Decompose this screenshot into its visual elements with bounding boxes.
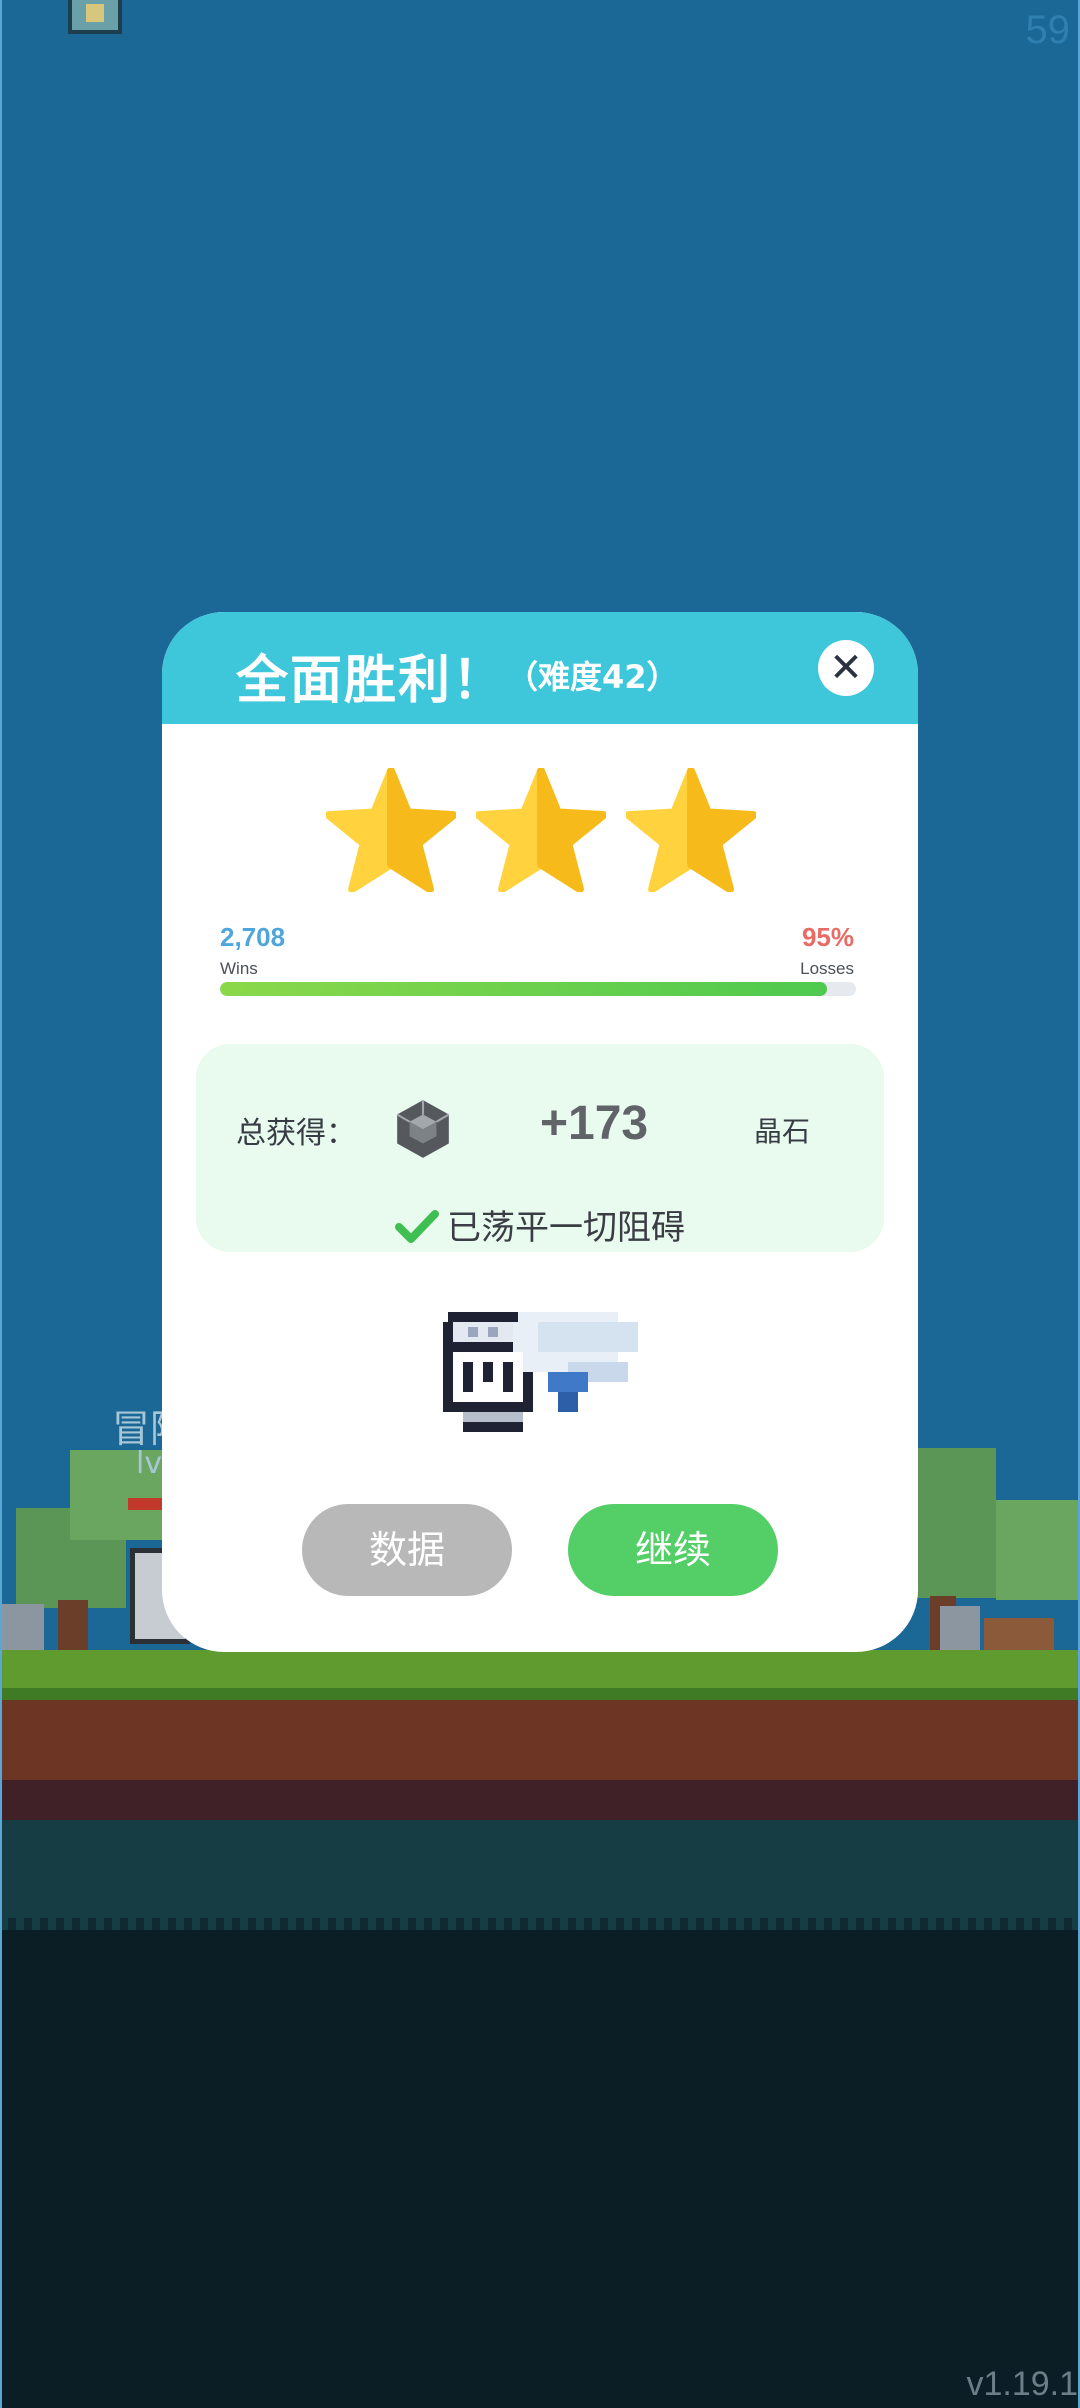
stone-left — [0, 1604, 44, 1652]
close-icon[interactable]: ✕ — [818, 640, 874, 696]
dirt-layer — [0, 1700, 1080, 1780]
victory-dialog: 全面胜利！ （难度42） ✕ 2,708 Wins 95% Losses 总获得… — [162, 612, 918, 1652]
dirt-deep-layer — [0, 1780, 1080, 1820]
fence — [984, 1618, 1054, 1650]
wins-stat: 2,708 Wins — [220, 922, 285, 979]
stats-button[interactable]: 数据 — [302, 1504, 512, 1596]
difficulty-label: （难度42） — [506, 658, 679, 696]
star-icon — [326, 768, 456, 892]
star-icon — [476, 768, 606, 892]
stone-right — [940, 1606, 980, 1652]
underground-dark — [0, 1930, 1080, 2408]
crystal-gem-icon — [396, 1100, 450, 1158]
npc-level: lv — [136, 1446, 163, 1481]
losses-label: Losses — [800, 959, 854, 978]
tree-trunk — [58, 1600, 88, 1652]
clear-message: 已荡平一切阻碍 — [196, 1200, 884, 1249]
star-rating — [162, 768, 918, 898]
clear-message-text: 已荡平一切阻碍 — [447, 1208, 685, 1248]
underground-layer — [0, 1820, 1080, 1930]
continue-button[interactable]: 继续 — [568, 1504, 778, 1596]
win-rate-bar — [220, 982, 856, 996]
reward-label: 总获得： — [236, 1116, 356, 1151]
winged-gauntlet-icon — [443, 1312, 638, 1432]
win-rate-bar-fill — [220, 982, 828, 996]
wins-value: 2,708 — [220, 922, 286, 952]
reward-unit: 晶石 — [754, 1115, 811, 1148]
star-icon — [626, 768, 756, 892]
losses-stat: 95% Losses — [800, 922, 854, 979]
version-label: v1.19.1 — [966, 2365, 1078, 2403]
player-avatar[interactable] — [68, 0, 122, 34]
fps-counter: 59 — [1025, 8, 1071, 52]
losses-value: 95% — [801, 922, 854, 952]
reward-amount: +173 — [540, 1097, 649, 1150]
underground-dither — [0, 1918, 1080, 1930]
tree-right-top — [996, 1500, 1080, 1600]
wins-label: Wins — [220, 959, 258, 978]
reward-panel: 总获得： +173 晶石 已荡平一切阻碍 — [196, 1044, 884, 1252]
dialog-title: 全面胜利！ — [236, 651, 507, 711]
check-icon — [395, 1210, 439, 1243]
dialog-header: 全面胜利！ （难度42） ✕ — [162, 612, 918, 724]
